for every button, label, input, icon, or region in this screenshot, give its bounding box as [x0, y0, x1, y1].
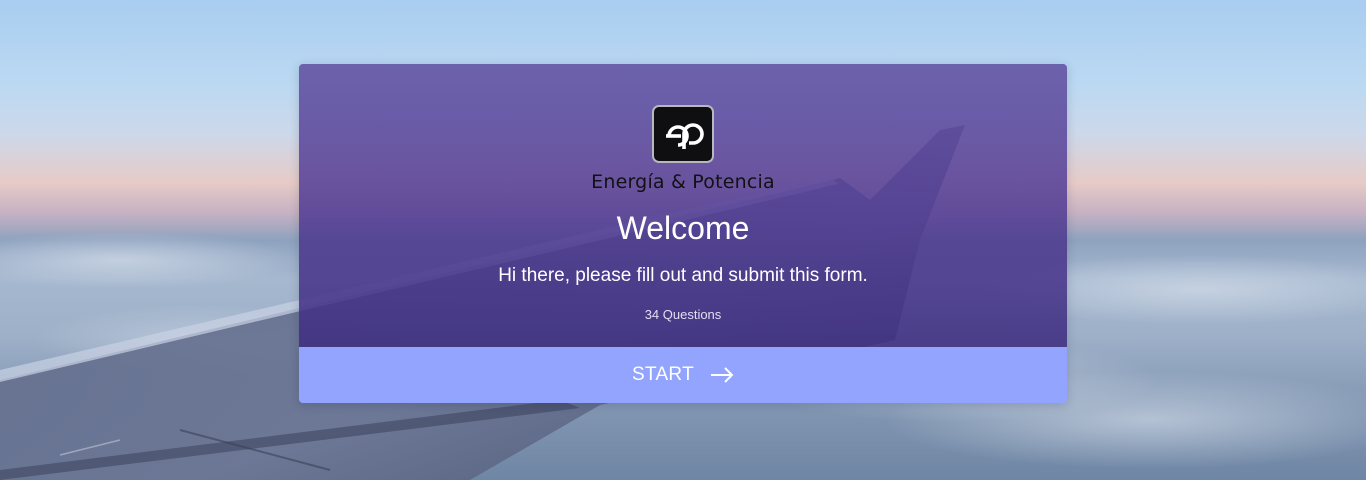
welcome-card-body: Energía & Potencia Welcome Hi there, ple…	[299, 64, 1067, 347]
question-count: 34 Questions	[644, 307, 722, 322]
brand-name: Energía & Potencia	[591, 171, 775, 193]
arrow-right-icon	[710, 367, 734, 383]
start-button[interactable]: START	[299, 347, 1067, 403]
start-button-label: START	[631, 364, 695, 385]
welcome-title: Welcome	[616, 210, 750, 246]
welcome-card: Energía & Potencia Welcome Hi there, ple…	[299, 64, 1067, 403]
brand-logo-icon	[652, 105, 714, 163]
welcome-subtitle: Hi there, please fill out and submit thi…	[498, 265, 868, 286]
logo-container	[299, 105, 1067, 168]
